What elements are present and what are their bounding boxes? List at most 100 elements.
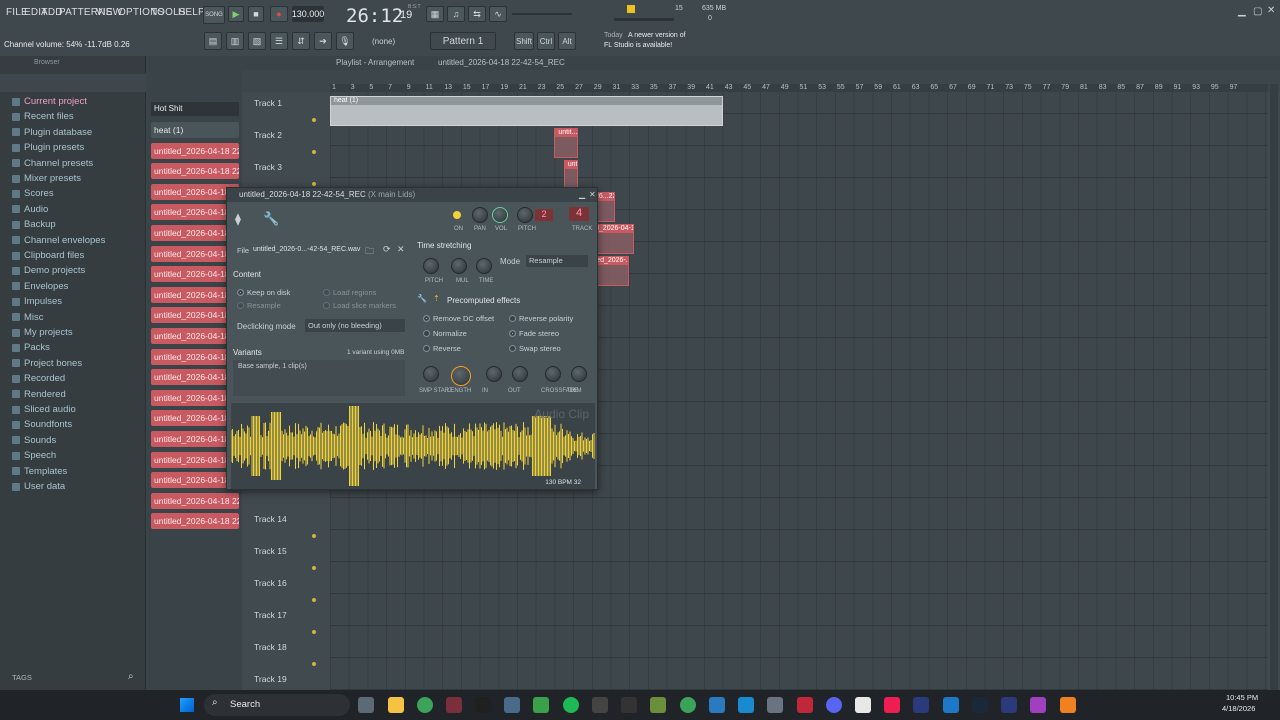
waveform-tab-icon[interactable]: ⧫: [235, 212, 241, 226]
play-button[interactable]: ▶: [228, 6, 244, 22]
browser-item[interactable]: Soundfonts: [12, 419, 72, 430]
browser-item[interactable]: Impulses: [12, 296, 62, 307]
effect-option[interactable]: Reverse polarity: [509, 314, 573, 323]
track-header[interactable]: Track 3: [254, 162, 326, 172]
track-led[interactable]: [312, 662, 316, 666]
discord-icon[interactable]: [826, 697, 842, 713]
channel-button[interactable]: untitled_2026-04-18 22-...: [151, 163, 239, 180]
app-icon-11[interactable]: [913, 697, 929, 713]
track-led[interactable]: [312, 630, 316, 634]
browser-item[interactable]: Speech: [12, 450, 56, 461]
start-icon[interactable]: [180, 698, 194, 712]
track-header[interactable]: Track 16: [254, 578, 326, 588]
load-regions-option[interactable]: Load regions: [323, 288, 376, 297]
ts-time-knob[interactable]: [476, 258, 492, 274]
app-icon-9[interactable]: [797, 697, 813, 713]
browser-item[interactable]: Templates: [12, 466, 67, 477]
effect-option[interactable]: Normalize: [423, 329, 467, 338]
menu-help[interactable]: HELP: [178, 7, 205, 18]
track-header[interactable]: Track 19: [254, 674, 326, 684]
taskbar-search[interactable]: Search: [204, 694, 350, 716]
plugin-button[interactable]: ⇵: [292, 32, 310, 50]
browser-item[interactable]: Demo projects: [12, 265, 85, 276]
channel-button[interactable]: heat (1): [151, 122, 239, 138]
track-led[interactable]: [312, 182, 316, 186]
browser-item[interactable]: Project bones: [12, 358, 82, 369]
browser-item[interactable]: Misc: [12, 312, 44, 323]
browser-item[interactable]: Packs: [12, 342, 50, 353]
effect-option[interactable]: Reverse: [423, 344, 461, 353]
playlist-clip[interactable]: unti..._REC: [563, 160, 578, 190]
browser-item[interactable]: Plugin presets: [12, 142, 84, 153]
clock-time[interactable]: 10:45 PM: [1226, 693, 1258, 702]
fx-knob[interactable]: [545, 366, 561, 382]
mode-select[interactable]: Resample: [526, 255, 588, 267]
track-led[interactable]: [312, 598, 316, 602]
track-led[interactable]: [312, 118, 316, 122]
reload-icon[interactable]: ⟳: [383, 244, 391, 255]
alt-key[interactable]: Alt: [558, 32, 576, 50]
channel-rack-button[interactable]: ▧: [248, 32, 266, 50]
mixer-button[interactable]: ☰: [270, 32, 288, 50]
close-icon[interactable]: ✕: [1267, 5, 1275, 16]
chrome-icon-2[interactable]: [680, 697, 696, 713]
fx-knob[interactable]: [451, 366, 471, 386]
app-icon-14[interactable]: [1030, 697, 1046, 713]
news-text[interactable]: A newer version of: [628, 32, 686, 39]
channel-button[interactable]: untitled_2026-04-18 22-...: [151, 492, 239, 509]
snap-select[interactable]: (none): [372, 37, 395, 46]
ts-mul-knob[interactable]: [451, 258, 467, 274]
browser-item[interactable]: Scores: [12, 188, 54, 199]
restore-icon[interactable]: ▢: [1253, 6, 1262, 17]
browser-item[interactable]: Sliced audio: [12, 404, 76, 415]
remove-file-icon[interactable]: ✕: [397, 244, 405, 255]
keep-on-disk-option[interactable]: Keep on disk: [237, 288, 290, 297]
pan-knob[interactable]: [472, 207, 488, 223]
pattern-select[interactable]: Pattern 1: [430, 32, 496, 50]
countdown-button[interactable]: ∿: [489, 6, 507, 22]
dialog-minimize-icon[interactable]: ▁: [579, 190, 585, 199]
track-header[interactable]: Track 14: [254, 514, 326, 524]
browser-item[interactable]: Sounds: [12, 435, 56, 446]
app-icon-1[interactable]: [446, 697, 462, 713]
minimize-icon[interactable]: ▁: [1238, 6, 1246, 17]
playlist-clip[interactable]: untit..._REC: [554, 128, 578, 158]
browser-item[interactable]: Backup: [12, 219, 56, 230]
waveform-display[interactable]: Audio Clip 130 BPM 32: [230, 403, 595, 489]
track-header[interactable]: Track 1: [254, 98, 326, 108]
declick-select[interactable]: Out only (no bleeding): [305, 319, 405, 332]
channel-button[interactable]: untitled_2026-04-18 22-...: [151, 142, 239, 159]
track-led[interactable]: [312, 566, 316, 570]
browser-item[interactable]: Plugin database: [12, 127, 92, 138]
app-icon-12[interactable]: [943, 697, 959, 713]
browser-item[interactable]: Channel presets: [12, 158, 93, 169]
search-icon[interactable]: ⌕: [128, 671, 134, 682]
browser-item[interactable]: Channel envelopes: [12, 235, 105, 246]
app-icon-8[interactable]: [767, 697, 783, 713]
browser-item[interactable]: Mixer presets: [12, 173, 81, 184]
minecraft-icon[interactable]: [650, 697, 666, 713]
track-header[interactable]: Track 15: [254, 546, 326, 556]
steam-icon[interactable]: [972, 697, 988, 713]
ctrl-key[interactable]: Ctrl: [537, 32, 555, 50]
variants-list[interactable]: Base sample, 1 clip(s): [233, 360, 405, 396]
wrench-icon[interactable]: 🔧: [263, 211, 279, 227]
browser-item[interactable]: Recorded: [12, 373, 65, 384]
app-icon-13[interactable]: [1001, 697, 1017, 713]
browser-item[interactable]: User data: [12, 481, 65, 492]
folder-icon[interactable]: 🗀: [365, 244, 374, 260]
clock-date[interactable]: 4/18/2026: [1222, 704, 1255, 713]
pitch-knob[interactable]: [517, 207, 533, 223]
volume-knob[interactable]: [492, 207, 508, 223]
file-name[interactable]: untitled_2026-0...-42-54_REC.wav: [253, 246, 360, 253]
metronome-button[interactable]: ▦: [426, 6, 444, 22]
track-led[interactable]: [312, 150, 316, 154]
browser-item[interactable]: Current project: [12, 96, 87, 107]
resample-option[interactable]: Resample: [237, 301, 281, 310]
record-button[interactable]: ●: [270, 6, 288, 22]
fl-studio-icon[interactable]: [1060, 697, 1076, 713]
app-icon-3[interactable]: [533, 697, 549, 713]
app-icon-4[interactable]: [592, 697, 608, 713]
spotify-icon[interactable]: [563, 697, 579, 713]
track-header[interactable]: Track 2: [254, 130, 326, 140]
